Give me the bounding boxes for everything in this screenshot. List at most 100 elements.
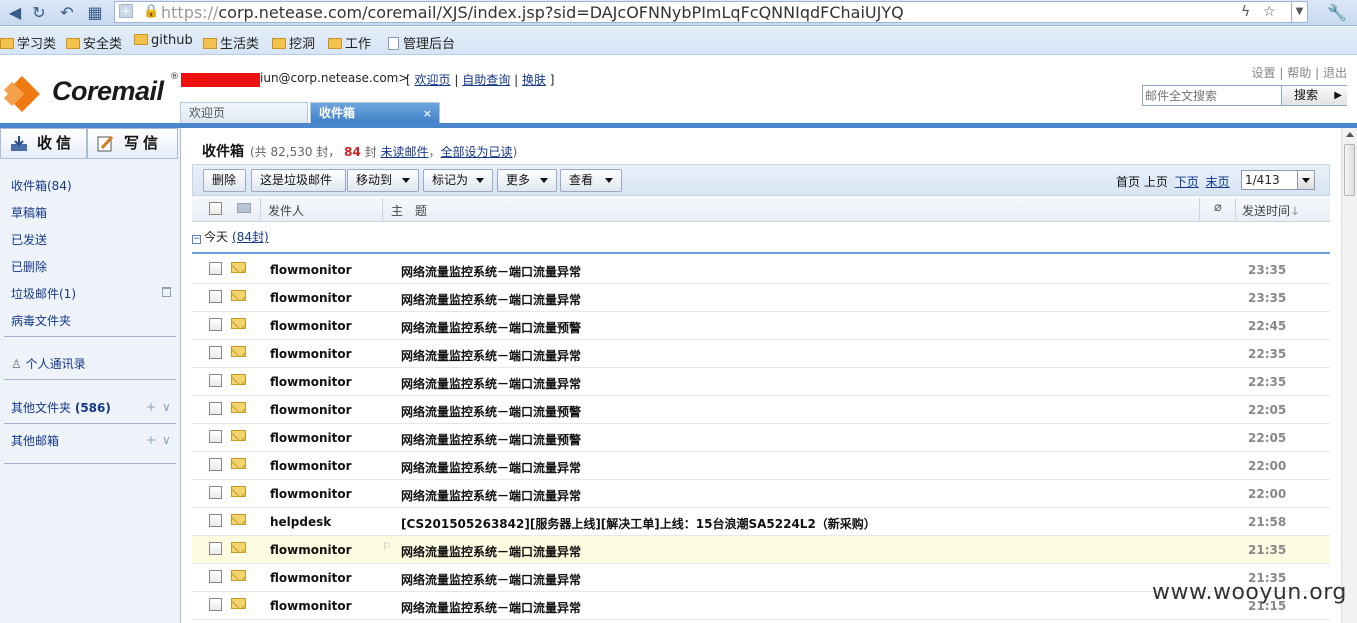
grid-icon[interactable]: ▦ (84, 3, 106, 23)
bookmark-life[interactable]: 生活类 (203, 33, 259, 52)
change-skin-link[interactable]: 换肤 (522, 73, 546, 87)
sidebar-item-spam[interactable]: 垃圾邮件(1) (11, 285, 76, 302)
row-checkbox[interactable] (209, 402, 222, 415)
help-link[interactable]: 帮助 (1287, 66, 1311, 80)
flag-icon[interactable]: ⚐ (382, 540, 392, 553)
sidebar-item-deleted[interactable]: 已删除 (11, 258, 47, 275)
self-query-link[interactable]: 自助查询 (462, 73, 510, 87)
tab-welcome[interactable]: 欢迎页 (180, 102, 308, 124)
row-subject[interactable]: 网络流量监控系统－端口流量预警 (401, 319, 581, 336)
sidebar-item-sent[interactable]: 已发送 (11, 231, 47, 248)
lightning-icon[interactable]: ϟ (1241, 4, 1250, 20)
close-icon[interactable]: × (423, 103, 432, 124)
bookmark-study[interactable]: 学习类 (0, 33, 56, 52)
row-subject[interactable]: 网络流量监控系统－端口流量异常 (401, 459, 581, 476)
add-mailbox-icon[interactable]: + (146, 433, 156, 447)
bookmark-work[interactable]: 工作 (328, 33, 371, 52)
sidebar-item-inbox[interactable]: 收件箱(84) (11, 177, 72, 194)
collapse-icon[interactable]: − (192, 235, 201, 244)
refresh-icon[interactable]: ↻ (28, 3, 50, 23)
row-subject[interactable]: 网络流量监控系统－端口流量异常 (401, 291, 581, 308)
empty-trash-icon[interactable] (162, 287, 171, 297)
mark-all-read-link[interactable]: 全部设为已读 (441, 145, 513, 159)
row-checkbox[interactable] (209, 346, 222, 359)
url-dropdown-icon[interactable]: ▼ (1291, 2, 1307, 22)
mark-as-button[interactable]: 标记为 (423, 169, 493, 192)
row-subject[interactable]: 网络流量监控系统－端口流量异常 (401, 347, 581, 364)
vertical-scrollbar[interactable] (1341, 128, 1357, 623)
row-checkbox[interactable] (209, 514, 222, 527)
wrench-icon[interactable]: 🔧 (1322, 3, 1352, 23)
chevron-down-icon[interactable]: ∨ (162, 433, 171, 447)
time-column-header[interactable]: 发送时间↓ (1242, 202, 1300, 219)
chevron-down-icon[interactable]: ∨ (162, 400, 171, 414)
page-select[interactable]: 1/413 (1241, 170, 1315, 190)
subject-column-header[interactable]: 主 题 (391, 202, 427, 219)
row-subject[interactable]: 网络流量监控系统－端口流量异常 (401, 571, 581, 588)
row-checkbox[interactable] (209, 570, 222, 583)
row-subject[interactable]: 网络流量监控系统－端口流量异常 (401, 375, 581, 392)
back-icon[interactable]: ◀ (4, 3, 26, 23)
next-page-link[interactable]: 下页 (1175, 175, 1199, 189)
unread-link[interactable]: 未读邮件 (381, 145, 429, 159)
table-row[interactable]: helpdesk [CS201505263842][服务器上线][解决工单]上线：… (192, 508, 1330, 536)
table-row[interactable]: flowmonitor 网络流量监控系统－端口流量异常 22:00 (192, 452, 1330, 480)
bookmark-security[interactable]: 安全类 (66, 33, 122, 52)
delete-button[interactable]: 删除 (203, 169, 246, 192)
sidebar-item-other-mailboxes[interactable]: 其他邮箱 (11, 432, 59, 449)
sidebar-item-contacts[interactable]: ♙ 个人通讯录 (11, 355, 86, 372)
table-row[interactable]: flowmonitor 网络流量监控系统－端口流量预警 22:05 (192, 396, 1330, 424)
receive-button[interactable]: 收信 (0, 128, 87, 159)
bookmark-admin[interactable]: 管理后台 (388, 33, 455, 52)
undo-icon[interactable]: ↶ (56, 3, 78, 23)
table-row[interactable]: flowmonitor 网络流量监控系统－端口流量预警 22:45 (192, 312, 1330, 340)
tab-inbox[interactable]: 收件箱 × (310, 102, 440, 124)
table-row[interactable]: flowmonitor 网络流量监控系统－端口流量异常 22:00 (192, 480, 1330, 508)
welcome-link[interactable]: 欢迎页 (415, 73, 451, 87)
table-row[interactable]: flowmonitor ⚐ 网络流量监控系统－端口流量异常 21:35 (192, 536, 1330, 564)
write-button[interactable]: 写信 (87, 128, 178, 159)
view-button[interactable]: 查看 (560, 169, 622, 192)
sidebar-item-virus[interactable]: 病毒文件夹 (11, 312, 71, 329)
sidebar-item-drafts[interactable]: 草稿箱 (11, 204, 47, 221)
table-row[interactable]: flowmonitor 网络流量监控系统－端口流量异常 23:35 (192, 284, 1330, 312)
table-row[interactable]: flowmonitor 网络流量监控系统－端口流量异常 22:35 (192, 368, 1330, 396)
sidebar-item-other-folders[interactable]: 其他文件夹 (586) (11, 399, 111, 416)
add-folder-icon[interactable]: + (146, 400, 156, 414)
row-subject[interactable]: 网络流量监控系统－端口流量预警 (401, 403, 581, 420)
row-checkbox[interactable] (209, 262, 222, 275)
more-button[interactable]: 更多 (497, 169, 557, 192)
new-tab-icon[interactable]: + (119, 4, 133, 18)
row-subject[interactable]: 网络流量监控系统－端口流量异常 (401, 487, 581, 504)
row-subject[interactable]: 网络流量监控系统－端口流量异常 (401, 599, 581, 616)
row-checkbox[interactable] (209, 374, 222, 387)
spam-button[interactable]: 这是垃圾邮件 (251, 169, 346, 192)
move-to-button[interactable]: 移动到 (347, 169, 419, 192)
date-group-header[interactable]: − 今天 (84封) (192, 228, 269, 245)
logout-link[interactable]: 退出 (1323, 66, 1347, 80)
table-row[interactable]: flowmonitor 网络流量监控系统－端口流量异常 22:35 (192, 340, 1330, 368)
row-subject[interactable]: 网络流量监控系统－端口流量预警 (401, 431, 581, 448)
row-subject[interactable]: 网络流量监控系统－端口流量异常 (401, 263, 581, 280)
row-checkbox[interactable] (209, 318, 222, 331)
row-checkbox[interactable] (209, 542, 222, 555)
row-checkbox[interactable] (209, 598, 222, 611)
star-icon[interactable]: ☆ (1263, 4, 1276, 20)
address-bar[interactable]: + 🔒 https://corp.netease.com/coremail/XJ… (114, 1, 1308, 23)
table-row[interactable]: flowmonitor 网络流量监控系统－端口流量预警 22:05 (192, 424, 1330, 452)
row-checkbox[interactable] (209, 458, 222, 471)
row-checkbox[interactable] (209, 486, 222, 499)
select-all-checkbox[interactable] (209, 202, 222, 215)
row-checkbox[interactable] (209, 430, 222, 443)
settings-link[interactable]: 设置 (1252, 66, 1276, 80)
bookmark-github[interactable]: github (134, 33, 193, 48)
row-subject[interactable]: 网络流量监控系统－端口流量异常 (401, 543, 581, 560)
sender-column-header[interactable]: 发件人 (268, 202, 304, 219)
row-subject[interactable]: [CS201505263842][服务器上线][解决工单]上线：15台浪潮SA5… (401, 515, 876, 532)
bookmark-bughunt[interactable]: 挖洞 (272, 33, 315, 52)
table-row[interactable]: flowmonitor 网络流量监控系统－端口流量异常 23:35 (192, 256, 1330, 284)
scroll-up-icon[interactable] (1346, 132, 1354, 137)
scrollbar-thumb[interactable] (1344, 144, 1355, 196)
last-page-link[interactable]: 末页 (1206, 175, 1230, 189)
group-count-link[interactable]: (84封) (232, 230, 269, 244)
